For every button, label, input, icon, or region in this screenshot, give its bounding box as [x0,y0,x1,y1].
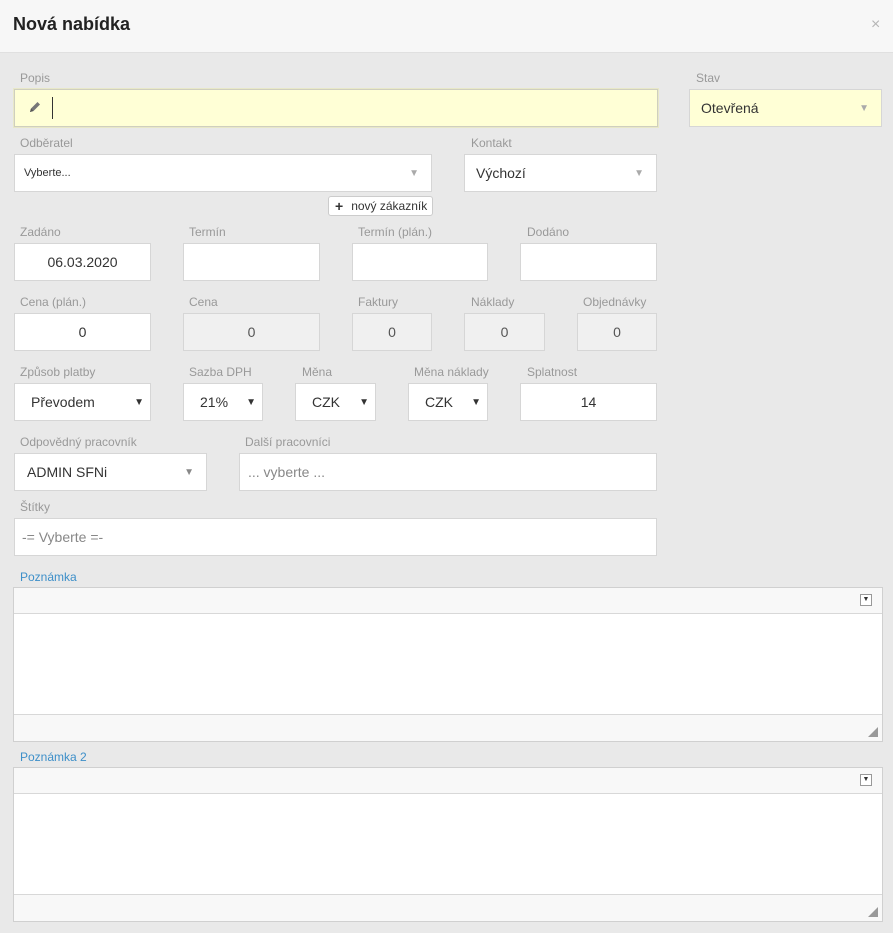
new-customer-label: nový zákazník [351,199,428,213]
new-customer-button[interactable]: + nový zákazník [328,196,433,216]
zadano-input[interactable]: 06.03.2020 [14,243,151,281]
caret-down-icon: ▼ [134,396,144,408]
termin-input[interactable] [183,243,320,281]
plus-icon: + [335,198,344,214]
cena-field: 0 [183,313,320,351]
faktury-label: Faktury [358,295,399,309]
mena-label: Měna [302,365,333,379]
cena-plan-label: Cena (plán.) [20,295,87,309]
poznamka2-editor[interactable]: ▼ [13,767,883,922]
caret-down-icon: ▼ [184,466,194,478]
cena-plan-value: 0 [78,324,87,340]
poznamka-editor[interactable]: ▼ [13,587,883,742]
close-icon[interactable]: × [871,16,880,34]
naklady-field: 0 [464,313,545,351]
odpovedny-label: Odpovědný pracovník [20,435,137,449]
odpovedny-value: ADMIN SFNi [27,464,108,480]
cena-label: Cena [189,295,218,309]
popis-label: Popis [20,71,51,85]
stav-select[interactable]: Otevřená ▼ [689,89,882,127]
cena-plan-input[interactable]: 0 [14,313,151,351]
faktury-value: 0 [388,324,396,340]
faktury-field: 0 [352,313,432,351]
odberatel-value: Vyberte... [24,167,71,179]
resize-grip-icon[interactable] [868,907,878,917]
dialog-header: Nová nabídka × [0,0,893,53]
splatnost-input[interactable]: 14 [520,383,657,421]
stitky-label: Štítky [20,500,51,514]
objednavky-field: 0 [577,313,657,351]
poznamka2-label: Poznámka 2 [20,750,87,764]
cena-value: 0 [247,324,256,340]
stav-value: Otevřená [701,100,759,116]
editor-toolbar: ▼ [14,588,882,614]
dialog-title: Nová nabídka [13,14,131,34]
mena-value: CZK [312,394,340,410]
stav-label: Stav [696,71,721,85]
pencil-icon [30,102,40,112]
termin-plan-input[interactable] [352,243,488,281]
sazba-dph-select[interactable]: 21% ▼ [183,383,263,421]
zpusob-platby-select[interactable]: Převodem ▼ [14,383,151,421]
naklady-label: Náklady [471,295,515,309]
odberatel-select[interactable]: Vyberte... ▼ [14,154,432,192]
editor-toolbar: ▼ [14,768,882,794]
kontakt-value: Výchozí [476,165,526,181]
dalsi-placeholder: ... vyberte ... [248,464,326,480]
dalsi-input[interactable]: ... vyberte ... [239,453,657,491]
sazba-dph-label: Sazba DPH [189,365,252,379]
dropdown-icon[interactable]: ▼ [860,594,872,606]
editor-footer [14,894,882,921]
kontakt-label: Kontakt [471,136,512,150]
zadano-label: Zadáno [20,225,61,239]
caret-down-icon: ▼ [246,396,256,408]
mena-select[interactable]: CZK ▼ [295,383,376,421]
kontakt-select[interactable]: Výchozí ▼ [464,154,657,192]
dodano-input[interactable] [520,243,657,281]
termin-label: Termín [189,225,226,239]
stitky-placeholder: -= Vyberte =- [22,529,104,545]
poznamka-label: Poznámka [20,570,77,584]
odberatel-label: Odběratel [20,136,73,150]
caret-down-icon: ▼ [471,396,481,408]
zpusob-platby-label: Způsob platby [20,365,96,379]
sazba-dph-value: 21% [200,394,229,410]
caret-down-icon: ▼ [634,167,644,179]
dodano-label: Dodáno [527,225,570,239]
dalsi-label: Další pracovníci [245,435,331,449]
dropdown-icon[interactable]: ▼ [860,774,872,786]
objednavky-label: Objednávky [583,295,647,309]
splatnost-value: 14 [580,394,597,410]
popis-input[interactable] [14,89,658,127]
naklady-value: 0 [500,324,509,340]
stitky-input[interactable]: -= Vyberte =- [14,518,657,556]
objednavky-value: 0 [613,324,621,340]
resize-grip-icon[interactable] [868,727,878,737]
text-cursor [52,97,53,119]
mena-naklady-label: Měna náklady [414,365,489,379]
splatnost-label: Splatnost [527,365,578,379]
editor-footer [14,714,882,741]
termin-plan-label: Termín (plán.) [358,225,433,239]
odpovedny-select[interactable]: ADMIN SFNi ▼ [14,453,207,491]
caret-down-icon: ▼ [359,396,369,408]
zadano-value: 06.03.2020 [47,254,118,270]
zpusob-platby-value: Převodem [31,394,95,410]
caret-down-icon: ▼ [409,167,419,179]
mena-naklady-value: CZK [425,394,453,410]
mena-naklady-select[interactable]: CZK ▼ [408,383,488,421]
caret-down-icon: ▼ [859,102,869,114]
